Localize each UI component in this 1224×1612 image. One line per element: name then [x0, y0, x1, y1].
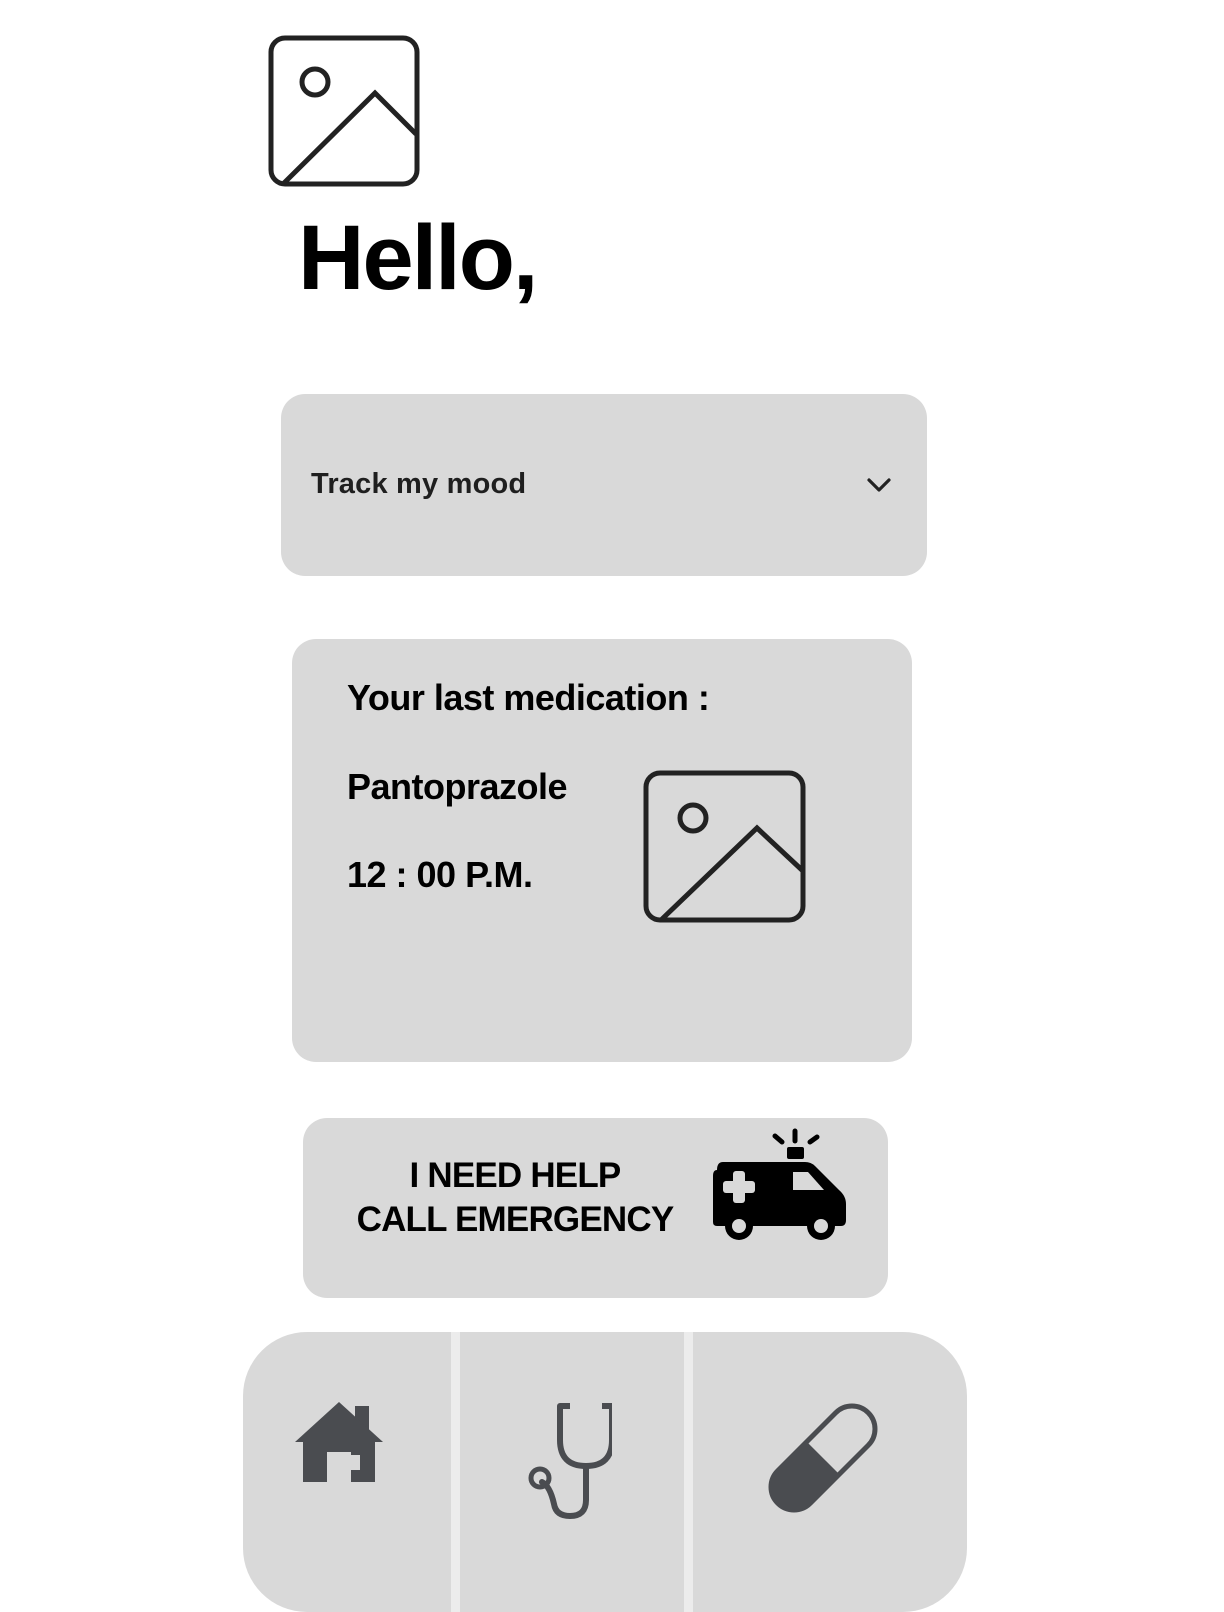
medication-card-heading: Your last medication : — [347, 677, 710, 718]
home-icon — [295, 1400, 383, 1489]
chevron-down-icon[interactable] — [865, 474, 893, 496]
emergency-line-1: I NEED HELP — [409, 1156, 622, 1195]
ambulance-icon — [711, 1128, 847, 1240]
medication-image-icon — [643, 770, 806, 923]
last-medication-card: Your last medication : Pantoprazole 12 :… — [292, 639, 912, 1062]
nav-home-button[interactable] — [243, 1332, 451, 1592]
profile-image-icon — [268, 35, 420, 187]
nav-medications-button[interactable] — [693, 1332, 967, 1592]
bottom-navigation — [243, 1332, 967, 1612]
nav-divider — [451, 1332, 460, 1612]
emergency-line-2: CALL EMERGENCY — [356, 1200, 675, 1239]
mood-dropdown[interactable]: Track my mood — [281, 394, 927, 576]
stethoscope-icon — [528, 1400, 615, 1527]
nav-divider — [684, 1332, 693, 1612]
greeting-heading: Hello, — [298, 207, 538, 309]
mood-dropdown-label: Track my mood — [311, 468, 527, 500]
emergency-call-button[interactable]: I NEED HELP CALL EMERGENCY — [303, 1118, 888, 1298]
emergency-button-label: I NEED HELP CALL EMERGENCY — [345, 1154, 685, 1242]
pill-icon — [767, 1400, 879, 1521]
medication-name: Pantoprazole — [347, 766, 568, 807]
nav-doctor-button[interactable] — [460, 1332, 684, 1592]
medication-time: 12 : 00 P.M. — [347, 854, 533, 895]
